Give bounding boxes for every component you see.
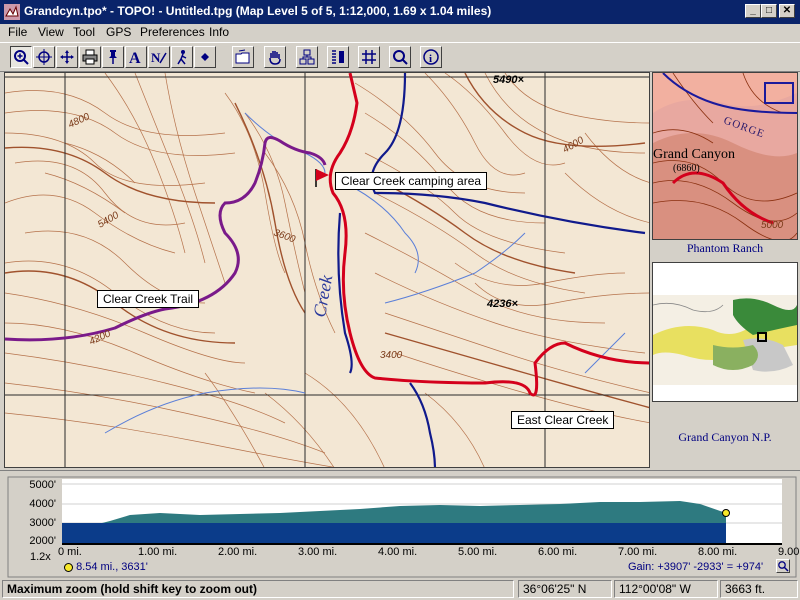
- text-edit-icon[interactable]: N: [148, 46, 170, 68]
- contour-lines: [5, 73, 649, 467]
- contour-4600: 4600: [561, 135, 586, 156]
- status-message: Maximum zoom (hold shift key to zoom out…: [2, 580, 514, 598]
- contour-3600: 3600: [272, 227, 297, 245]
- toolbar: A N i: [0, 42, 800, 72]
- window-title: Grandcyn.tpo* - TOPO! - Untitled.tpg (Ma…: [24, 4, 492, 18]
- profile-x-label: 1.00 mi.: [138, 546, 178, 558]
- close-button[interactable]: ✕: [779, 4, 795, 18]
- profile-icon[interactable]: [327, 46, 349, 68]
- caption-phantom-ranch: Phantom Ranch: [686, 241, 764, 255]
- profile-cursor-marker[interactable]: [722, 509, 730, 517]
- status-latitude: 36°06'25" N: [518, 580, 612, 598]
- profile-x-label: 3.00 mi.: [298, 546, 338, 558]
- main-streams: [337, 73, 646, 467]
- profile-y-label: 2000': [29, 535, 56, 547]
- contour-5400: 5400: [96, 210, 121, 231]
- topo-map[interactable]: 5490× 4236× 4800 4600 5400 3600 4200 340…: [4, 72, 650, 468]
- inset-park-map[interactable]: [652, 262, 798, 402]
- search-icon[interactable]: [389, 46, 411, 68]
- cursor-dot-icon: [64, 562, 73, 572]
- center-icon[interactable]: [33, 46, 55, 68]
- profile-x-label: 4.00 mi.: [378, 546, 418, 558]
- profile-zoom-icon[interactable]: [776, 559, 790, 573]
- inset-phantom-ranch[interactable]: GORGE Grand Canyon (6860) 5000: [652, 72, 798, 240]
- profile-base-band: [62, 523, 726, 543]
- label-east-clear-creek[interactable]: East Clear Creek: [511, 411, 615, 429]
- menu-tool[interactable]: Tool: [73, 25, 95, 39]
- elevation-profile[interactable]: 1.2x 8.54 mi., 3631' Gain: +3907' -2933'…: [0, 470, 800, 579]
- app-icon: [4, 4, 20, 20]
- route-icon[interactable]: [296, 46, 318, 68]
- minor-streams: [104, 112, 626, 434]
- menu-gps[interactable]: GPS: [106, 25, 131, 39]
- label-camping-area[interactable]: Clear Creek camping area: [335, 172, 488, 190]
- profile-x-label: 2.00 mi.: [218, 546, 258, 558]
- profile-gain: Gain: +3907' -2933' = +974': [628, 561, 764, 573]
- maximize-button[interactable]: □: [761, 4, 777, 18]
- profile-cursor-text: 8.54 mi., 3631': [76, 561, 148, 573]
- text-icon[interactable]: A: [125, 46, 147, 68]
- print-icon[interactable]: [79, 46, 101, 68]
- grid-icon[interactable]: [358, 46, 380, 68]
- svg-text:A: A: [129, 50, 141, 65]
- elev-6860-text: (6860): [673, 163, 700, 174]
- open-folder-icon[interactable]: [232, 46, 254, 68]
- menu-bar: File View Tool GPS Preferences Info: [0, 24, 800, 42]
- profile-y-label: 3000': [29, 517, 56, 529]
- title-bar: Grandcyn.tpo* - TOPO! - Untitled.tpg (Ma…: [0, 0, 800, 24]
- map-grid: [5, 73, 649, 467]
- label-clear-creek-trail[interactable]: Clear Creek Trail: [97, 290, 200, 308]
- contour-4800: 4800: [67, 111, 92, 131]
- index-contours: [5, 73, 649, 409]
- menu-view[interactable]: View: [38, 25, 64, 39]
- profile-y-label: 5000': [29, 479, 56, 491]
- profile-zoom-label: 1.2x: [30, 551, 51, 563]
- hand-icon[interactable]: [264, 46, 286, 68]
- inset-park-canvas: [653, 295, 797, 385]
- inset-panel: GORGE Grand Canyon (6860) 5000 Phantom R…: [652, 72, 798, 468]
- minimize-button[interactable]: _: [745, 4, 761, 18]
- camp-flag-icon[interactable]: [315, 169, 329, 187]
- profile-x-label: 6.00 mi.: [538, 546, 578, 558]
- creek-label: Creek: [309, 273, 336, 319]
- pan-icon[interactable]: [56, 46, 78, 68]
- pin-icon[interactable]: [102, 46, 124, 68]
- inset-phantom-canvas: GORGE Grand Canyon (6860) 5000: [653, 73, 797, 239]
- trail-icon[interactable]: [171, 46, 193, 68]
- profile-x-label: 0 mi.: [58, 546, 82, 558]
- grand-canyon-text: Grand Canyon: [653, 147, 735, 162]
- profile-x-label: 8.00 mi.: [698, 546, 738, 558]
- menu-file[interactable]: File: [8, 25, 27, 39]
- map-canvas[interactable]: 5490× 4236× 4800 4600 5400 3600 4200 340…: [5, 73, 650, 468]
- status-elevation: 3663 ft.: [720, 580, 798, 598]
- info-icon[interactable]: i: [420, 46, 442, 68]
- menu-info[interactable]: Info: [209, 25, 229, 39]
- profile-x-label: 9.00 mi.: [778, 546, 800, 558]
- profile-cursor-info: 8.54 mi., 3631': [64, 561, 148, 573]
- elev-5490: 5490×: [493, 74, 524, 86]
- svg-text:i: i: [429, 53, 432, 65]
- menu-preferences[interactable]: Preferences: [140, 25, 205, 39]
- contour-3400: 3400: [380, 350, 403, 361]
- zoom-in-icon[interactable]: [10, 46, 32, 68]
- caption-grand-canyon-np: Grand Canyon N.P.: [678, 430, 772, 444]
- contour-5000-text: 5000: [761, 220, 784, 231]
- profile-y-label: 4000': [29, 498, 56, 510]
- svg-text:N: N: [151, 50, 161, 65]
- status-longitude: 112°00'08" W: [614, 580, 718, 598]
- waypoint-icon[interactable]: [194, 46, 216, 68]
- profile-x-label: 5.00 mi.: [458, 546, 498, 558]
- contour-4200: 4200: [88, 328, 113, 348]
- elev-4236: 4236×: [486, 298, 518, 310]
- profile-x-label: 7.00 mi.: [618, 546, 658, 558]
- status-bar: Maximum zoom (hold shift key to zoom out…: [0, 578, 800, 600]
